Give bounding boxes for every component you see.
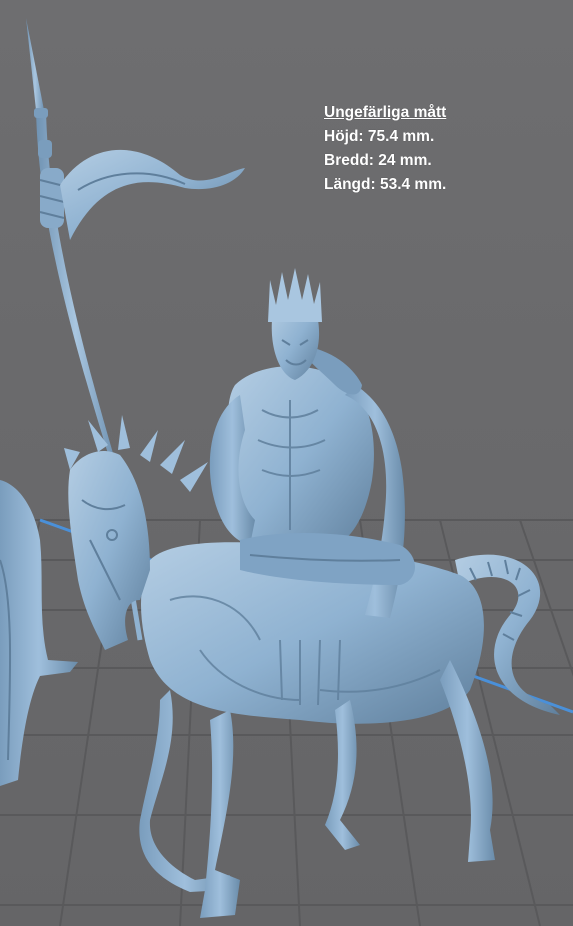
dimensions-panel: Ungefärliga mått Höjd: 75.4 mm. Bredd: 2… — [324, 101, 446, 197]
dimension-height: Höjd: 75.4 mm. — [324, 128, 435, 145]
model-render — [0, 18, 573, 926]
dimensions-heading: Ungefärliga mått — [324, 104, 447, 121]
dimension-width: Bredd: 24 mm. — [324, 152, 432, 169]
dimension-length: Längd: 53.4 mm. — [324, 176, 447, 193]
crown — [268, 268, 322, 322]
3d-viewport[interactable]: Ungefärliga mått Höjd: 75.4 mm. Bredd: 2… — [0, 0, 573, 926]
